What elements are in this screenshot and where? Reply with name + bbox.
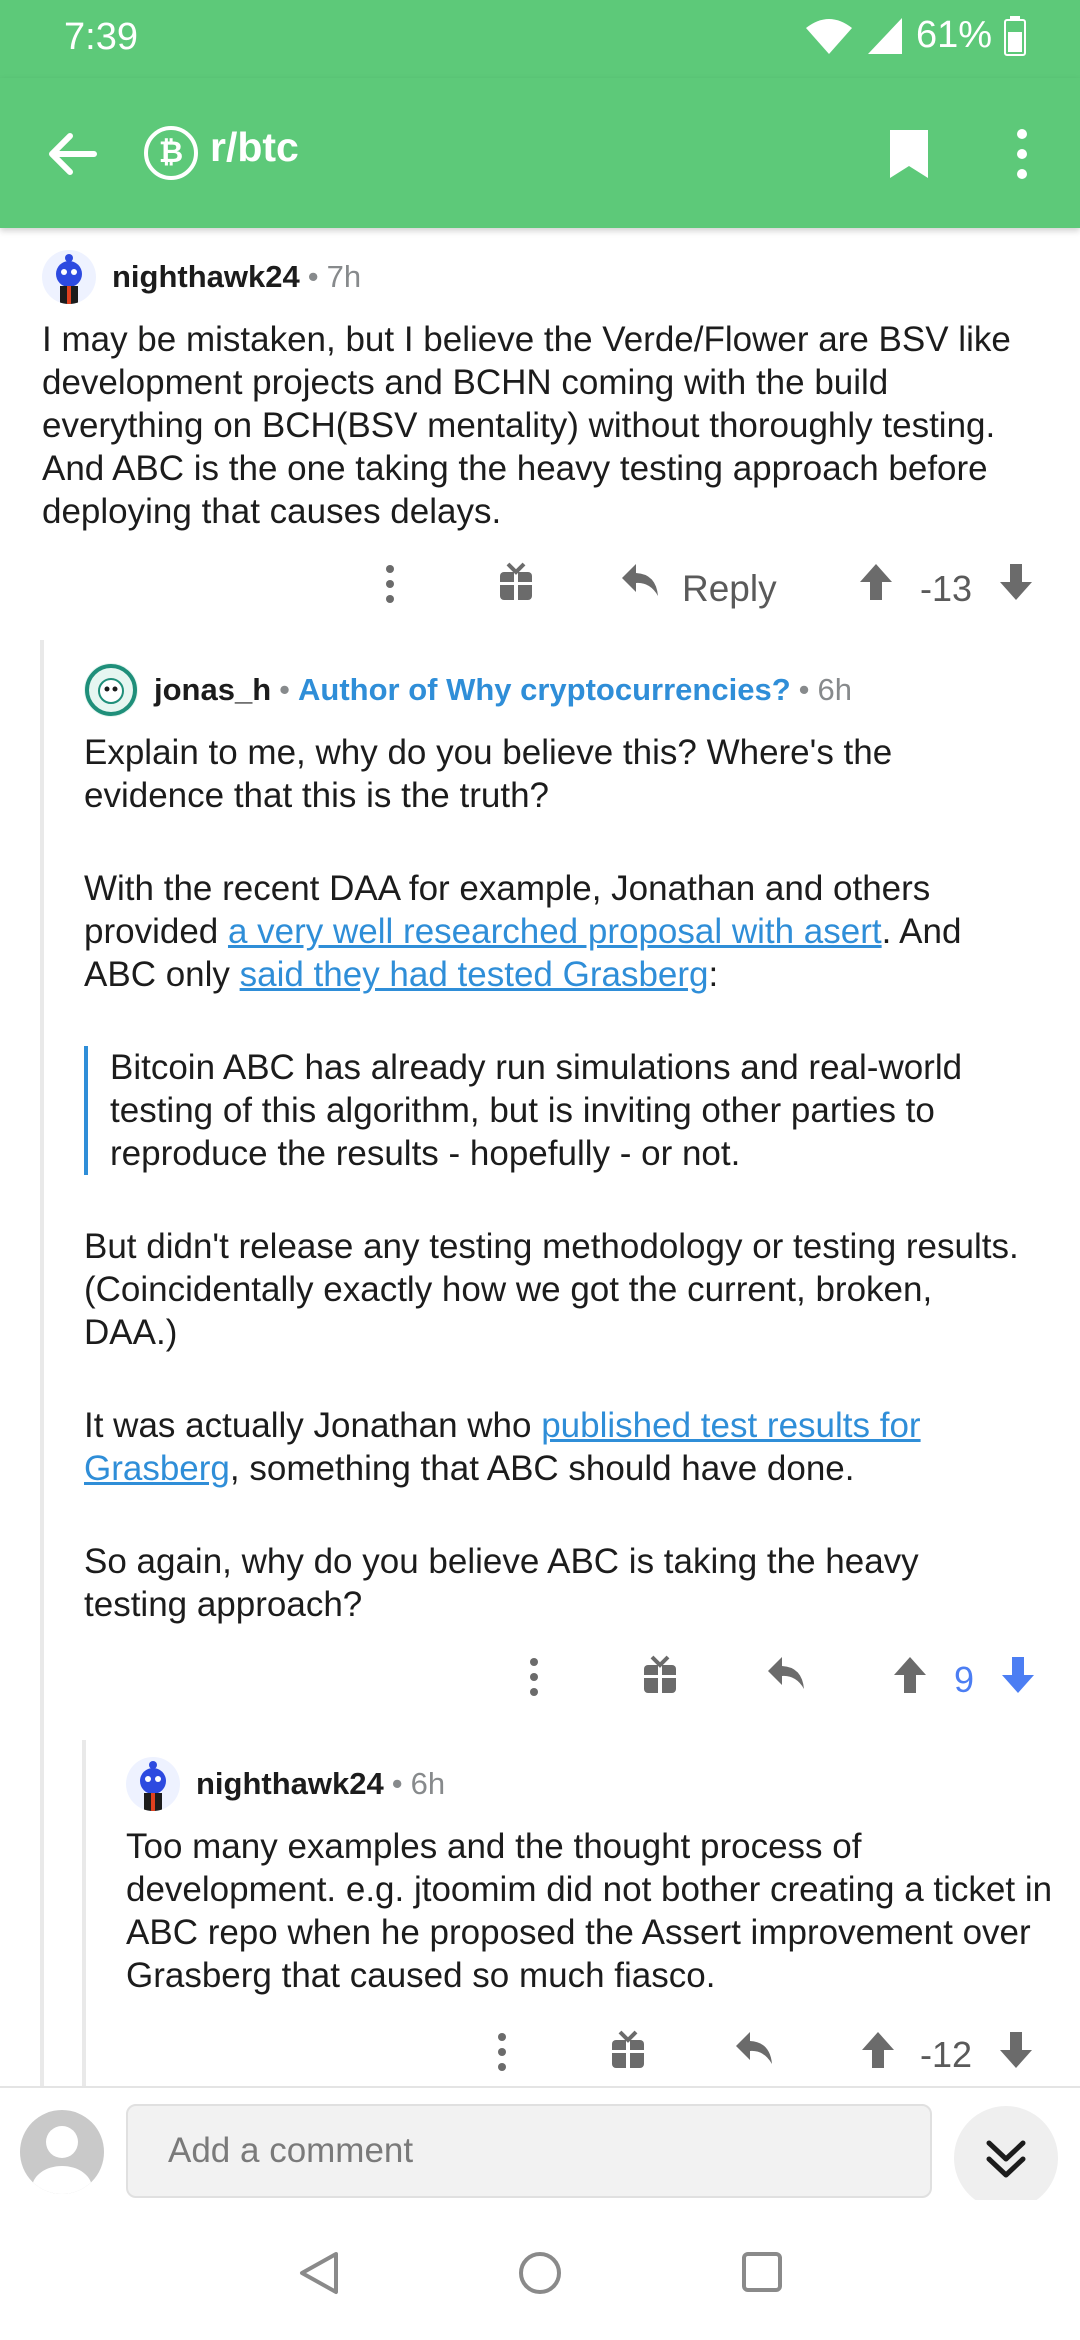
comment-username[interactable]: nighthawk24 — [196, 1766, 384, 1802]
comment: jonas_h • Author of Why cryptocurrencies… — [84, 663, 1024, 1626]
comment-body: Too many examples and the thought proces… — [126, 1827, 1053, 1995]
add-comment-input[interactable]: Add a comment — [126, 2104, 932, 2198]
comment-actions: 9 — [526, 1655, 1046, 1715]
battery-percent: 61% — [915, 14, 992, 56]
thread-line — [82, 1740, 86, 2090]
comment-username[interactable]: nighthawk24 — [112, 259, 300, 295]
user-avatar[interactable] — [126, 1757, 180, 1811]
user-avatar[interactable] — [42, 250, 96, 304]
comment-body: Explain to me, why do you believe this? … — [84, 731, 1024, 1626]
reply-icon[interactable] — [734, 2030, 774, 2066]
jump-next-button[interactable] — [954, 2106, 1058, 2210]
comment-body: I may be mistaken, but I believe the Ver… — [42, 320, 1011, 531]
current-user-avatar — [20, 2110, 104, 2194]
downvote-icon[interactable] — [998, 562, 1034, 602]
separator-dot: • — [279, 672, 291, 707]
more-icon[interactable] — [526, 1655, 542, 1699]
downvote-icon[interactable] — [998, 2030, 1034, 2070]
subreddit-title[interactable]: r/btc — [210, 124, 299, 171]
reply-icon[interactable] — [766, 1655, 806, 1691]
comment-paragraph: So again, why do you believe ABC is taki… — [84, 1542, 919, 1624]
double-chevron-down-icon — [986, 2140, 1026, 2178]
cell-signal-icon — [867, 17, 902, 54]
upvote-icon[interactable] — [860, 2030, 896, 2070]
more-options-icon[interactable] — [1004, 128, 1040, 180]
comment-paragraph: It was actually Jonathan who published t… — [84, 1404, 1024, 1490]
user-flair: Author of Why cryptocurrencies? — [298, 672, 791, 707]
battery-icon — [1004, 15, 1026, 56]
user-avatar[interactable] — [84, 663, 138, 717]
upvote-icon[interactable] — [892, 1655, 928, 1695]
app-bar: ₿ r/btc — [0, 78, 1080, 228]
more-icon[interactable] — [382, 562, 398, 606]
reply-icon[interactable] — [620, 562, 660, 598]
comment-age: 6h — [410, 1766, 446, 1801]
paragraph-text: : — [708, 955, 719, 994]
subreddit-icon: ₿ — [144, 126, 198, 180]
status-bar: 7:39 61% — [0, 0, 1080, 78]
system-nav-bar — [0, 2200, 1080, 2340]
gift-icon[interactable] — [498, 562, 534, 602]
nav-recents-icon[interactable] — [740, 2250, 784, 2294]
gift-icon[interactable] — [610, 2030, 646, 2070]
comment-meta: nighthawk24 • 6h — [126, 1757, 1066, 1811]
comment-composer: Add a comment — [0, 2086, 1080, 2210]
comment-paragraph: Explain to me, why do you believe this? … — [84, 733, 893, 815]
block-quote: Bitcoin ABC has already run simulations … — [84, 1046, 1024, 1175]
paragraph-text: It was actually Jonathan who — [84, 1406, 542, 1445]
separator-dot: • — [391, 1766, 403, 1801]
asert-proposal-link[interactable]: a very well researched proposal with ase… — [228, 912, 882, 951]
comment-meta: nighthawk24 • 7h — [42, 250, 1052, 304]
gift-icon[interactable] — [642, 1655, 678, 1695]
comment-meta: jonas_h • Author of Why cryptocurrencies… — [84, 663, 1024, 717]
separator-dot: • — [307, 259, 319, 294]
reply-button[interactable]: Reply — [682, 568, 777, 610]
paragraph-text: , something that ABC should have done. — [229, 1449, 855, 1488]
wifi-icon — [805, 18, 852, 54]
downvote-icon[interactable] — [1000, 1655, 1036, 1695]
separator-dot: • — [798, 672, 810, 707]
nav-home-icon[interactable] — [517, 2250, 563, 2296]
score: 9 — [954, 1659, 975, 1700]
score: -13 — [920, 568, 973, 609]
comment-age: 7h — [326, 259, 362, 294]
comment-actions: Reply -13 — [370, 562, 1040, 622]
bookmark-icon[interactable] — [888, 128, 930, 180]
comment: nighthawk24 • 7h I may be mistaken, but … — [42, 250, 1052, 533]
nav-back-icon[interactable] — [298, 2250, 340, 2296]
comment-paragraph: But didn't release any testing methodolo… — [84, 1227, 1019, 1352]
thread-line — [40, 640, 44, 2090]
comment-username[interactable]: jonas_h — [154, 672, 271, 708]
comment: nighthawk24 • 6h Too many examples and t… — [126, 1757, 1066, 1997]
back-arrow-icon[interactable] — [44, 126, 100, 182]
comment-paragraph: With the recent DAA for example, Jonatha… — [84, 867, 1024, 996]
subreddit-icon-glyph: ₿ — [158, 136, 184, 169]
comment-actions: -12 — [494, 2030, 1046, 2090]
score: -12 — [920, 2034, 973, 2075]
comment-age: 6h — [817, 672, 852, 707]
more-icon[interactable] — [494, 2030, 510, 2074]
upvote-icon[interactable] — [858, 562, 894, 602]
status-time: 7:39 — [64, 16, 138, 58]
grasberg-tested-link[interactable]: said they had tested Grasberg — [240, 955, 709, 994]
